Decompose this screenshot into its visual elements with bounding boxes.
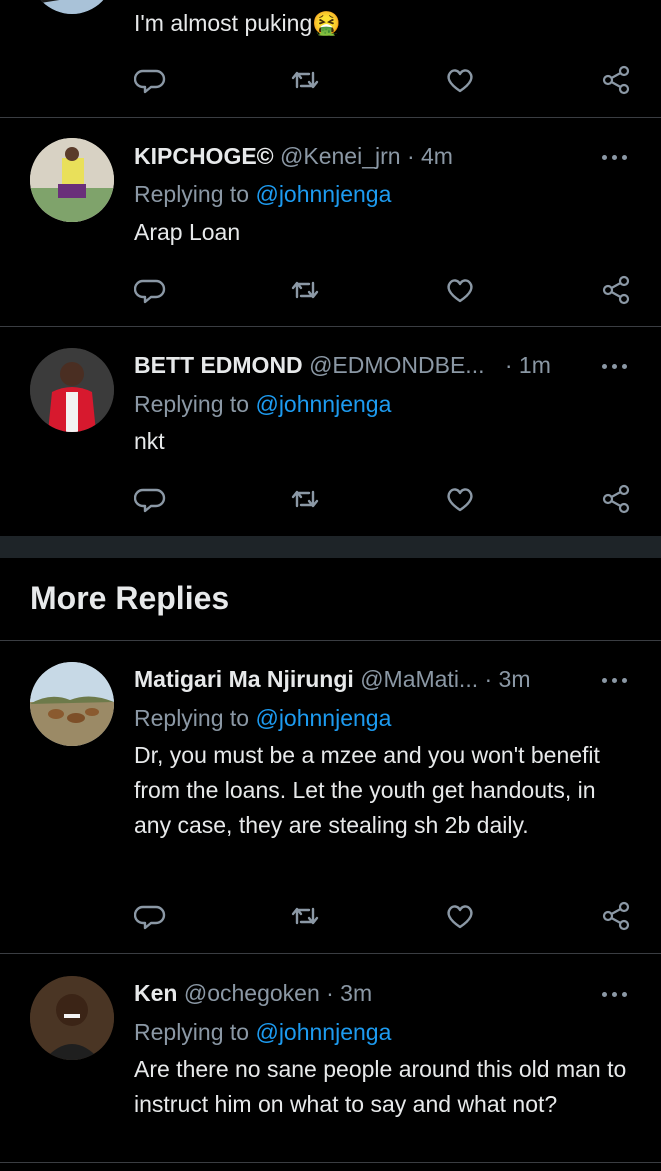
avatar[interactable] bbox=[30, 662, 114, 746]
tweet-text: Arap Loan bbox=[134, 219, 241, 245]
like-icon[interactable] bbox=[444, 275, 476, 305]
author-line: Matigari Ma Njirungi @MaMati... · 3m bbox=[134, 665, 531, 693]
mention-link[interactable]: @johnnjenga bbox=[255, 181, 391, 207]
avatar[interactable] bbox=[30, 976, 114, 1060]
more-replies-heading: More Replies bbox=[30, 580, 230, 616]
like-icon[interactable] bbox=[444, 65, 476, 95]
mention-link[interactable]: @johnnjenga bbox=[255, 391, 391, 417]
author-name[interactable]: Matigari Ma Njirungi bbox=[134, 666, 354, 692]
replying-to: Replying to @johnnjenga bbox=[134, 390, 391, 418]
tweet-1[interactable]: KIPCHOGE© @Kenei_jrn · 4m Replying to @j… bbox=[0, 118, 661, 326]
author-handle[interactable]: @Kenei_jrn bbox=[280, 143, 401, 169]
share-icon[interactable] bbox=[600, 484, 632, 514]
more-options-icon[interactable] bbox=[600, 361, 630, 373]
replying-to-label: Replying to bbox=[134, 705, 250, 731]
retweet-icon[interactable] bbox=[289, 484, 321, 514]
tweet-actions bbox=[0, 65, 661, 95]
author-name[interactable]: Ken bbox=[134, 980, 177, 1006]
tweet-text: nkt bbox=[134, 428, 165, 454]
mention-link[interactable]: @johnnjenga bbox=[255, 705, 391, 731]
share-icon[interactable] bbox=[600, 901, 632, 931]
timestamp[interactable]: · 3m bbox=[485, 666, 531, 692]
tweet-text: Dr, you must be a mzee and you won't ben… bbox=[134, 742, 600, 838]
like-icon[interactable] bbox=[444, 484, 476, 514]
avatar[interactable] bbox=[30, 348, 114, 432]
tweet-0[interactable]: I'm almost puking🤮 bbox=[0, 0, 661, 118]
reply-icon[interactable] bbox=[134, 901, 166, 931]
replying-to-label: Replying to bbox=[134, 181, 250, 207]
avatar[interactable] bbox=[30, 138, 114, 222]
replying-to: Replying to @johnnjenga bbox=[134, 704, 391, 732]
more-options-icon[interactable] bbox=[600, 675, 630, 687]
author-line: BETT EDMOND @EDMONDBE... · 1m bbox=[134, 351, 551, 379]
timestamp[interactable]: · 4m bbox=[407, 143, 453, 169]
section-separator bbox=[0, 536, 661, 558]
mention-link[interactable]: @johnnjenga bbox=[255, 1019, 391, 1045]
author-handle[interactable]: @MaMati... bbox=[360, 666, 478, 692]
tweet-4[interactable]: Ken @ochegoken · 3m Replying to @johnnje… bbox=[0, 954, 661, 1171]
tweet-actions bbox=[0, 484, 661, 514]
avatar[interactable] bbox=[30, 0, 114, 14]
retweet-icon[interactable] bbox=[289, 275, 321, 305]
reply-icon[interactable] bbox=[134, 275, 166, 305]
share-icon[interactable] bbox=[600, 275, 632, 305]
like-icon[interactable] bbox=[444, 901, 476, 931]
replying-to: Replying to @johnnjenga bbox=[134, 1018, 391, 1046]
author-line: Ken @ochegoken · 3m bbox=[134, 979, 372, 1007]
tweet-actions bbox=[0, 275, 661, 305]
retweet-icon[interactable] bbox=[289, 65, 321, 95]
author-handle[interactable]: @ochegoken bbox=[184, 980, 320, 1006]
replying-to-label: Replying to bbox=[134, 391, 250, 417]
tweet-actions bbox=[0, 901, 661, 931]
replying-to: Replying to @johnnjenga bbox=[134, 180, 391, 208]
replying-to-label: Replying to bbox=[134, 1019, 250, 1045]
timestamp[interactable]: · 1m bbox=[505, 352, 551, 378]
author-line: KIPCHOGE© @Kenei_jrn · 4m bbox=[134, 142, 453, 170]
author-name[interactable]: KIPCHOGE© bbox=[134, 143, 274, 169]
tweet-text: I'm almost puking🤮 bbox=[134, 10, 341, 36]
more-options-icon[interactable] bbox=[600, 989, 630, 1001]
timestamp[interactable]: · 3m bbox=[326, 980, 372, 1006]
reply-icon[interactable] bbox=[134, 65, 166, 95]
author-name[interactable]: BETT EDMOND bbox=[134, 352, 303, 378]
retweet-icon[interactable] bbox=[289, 901, 321, 931]
share-icon[interactable] bbox=[600, 65, 632, 95]
tweet-2[interactable]: BETT EDMOND @EDMONDBE... · 1m Replying t… bbox=[0, 327, 661, 535]
author-handle[interactable]: @EDMONDBE... bbox=[309, 352, 484, 378]
reply-icon[interactable] bbox=[134, 484, 166, 514]
more-options-icon[interactable] bbox=[600, 152, 630, 164]
tweet-text: Are there no sane people around this old… bbox=[134, 1056, 627, 1117]
divider bbox=[0, 1162, 661, 1163]
tweet-3[interactable]: Matigari Ma Njirungi @MaMati... · 3m Rep… bbox=[0, 641, 661, 953]
